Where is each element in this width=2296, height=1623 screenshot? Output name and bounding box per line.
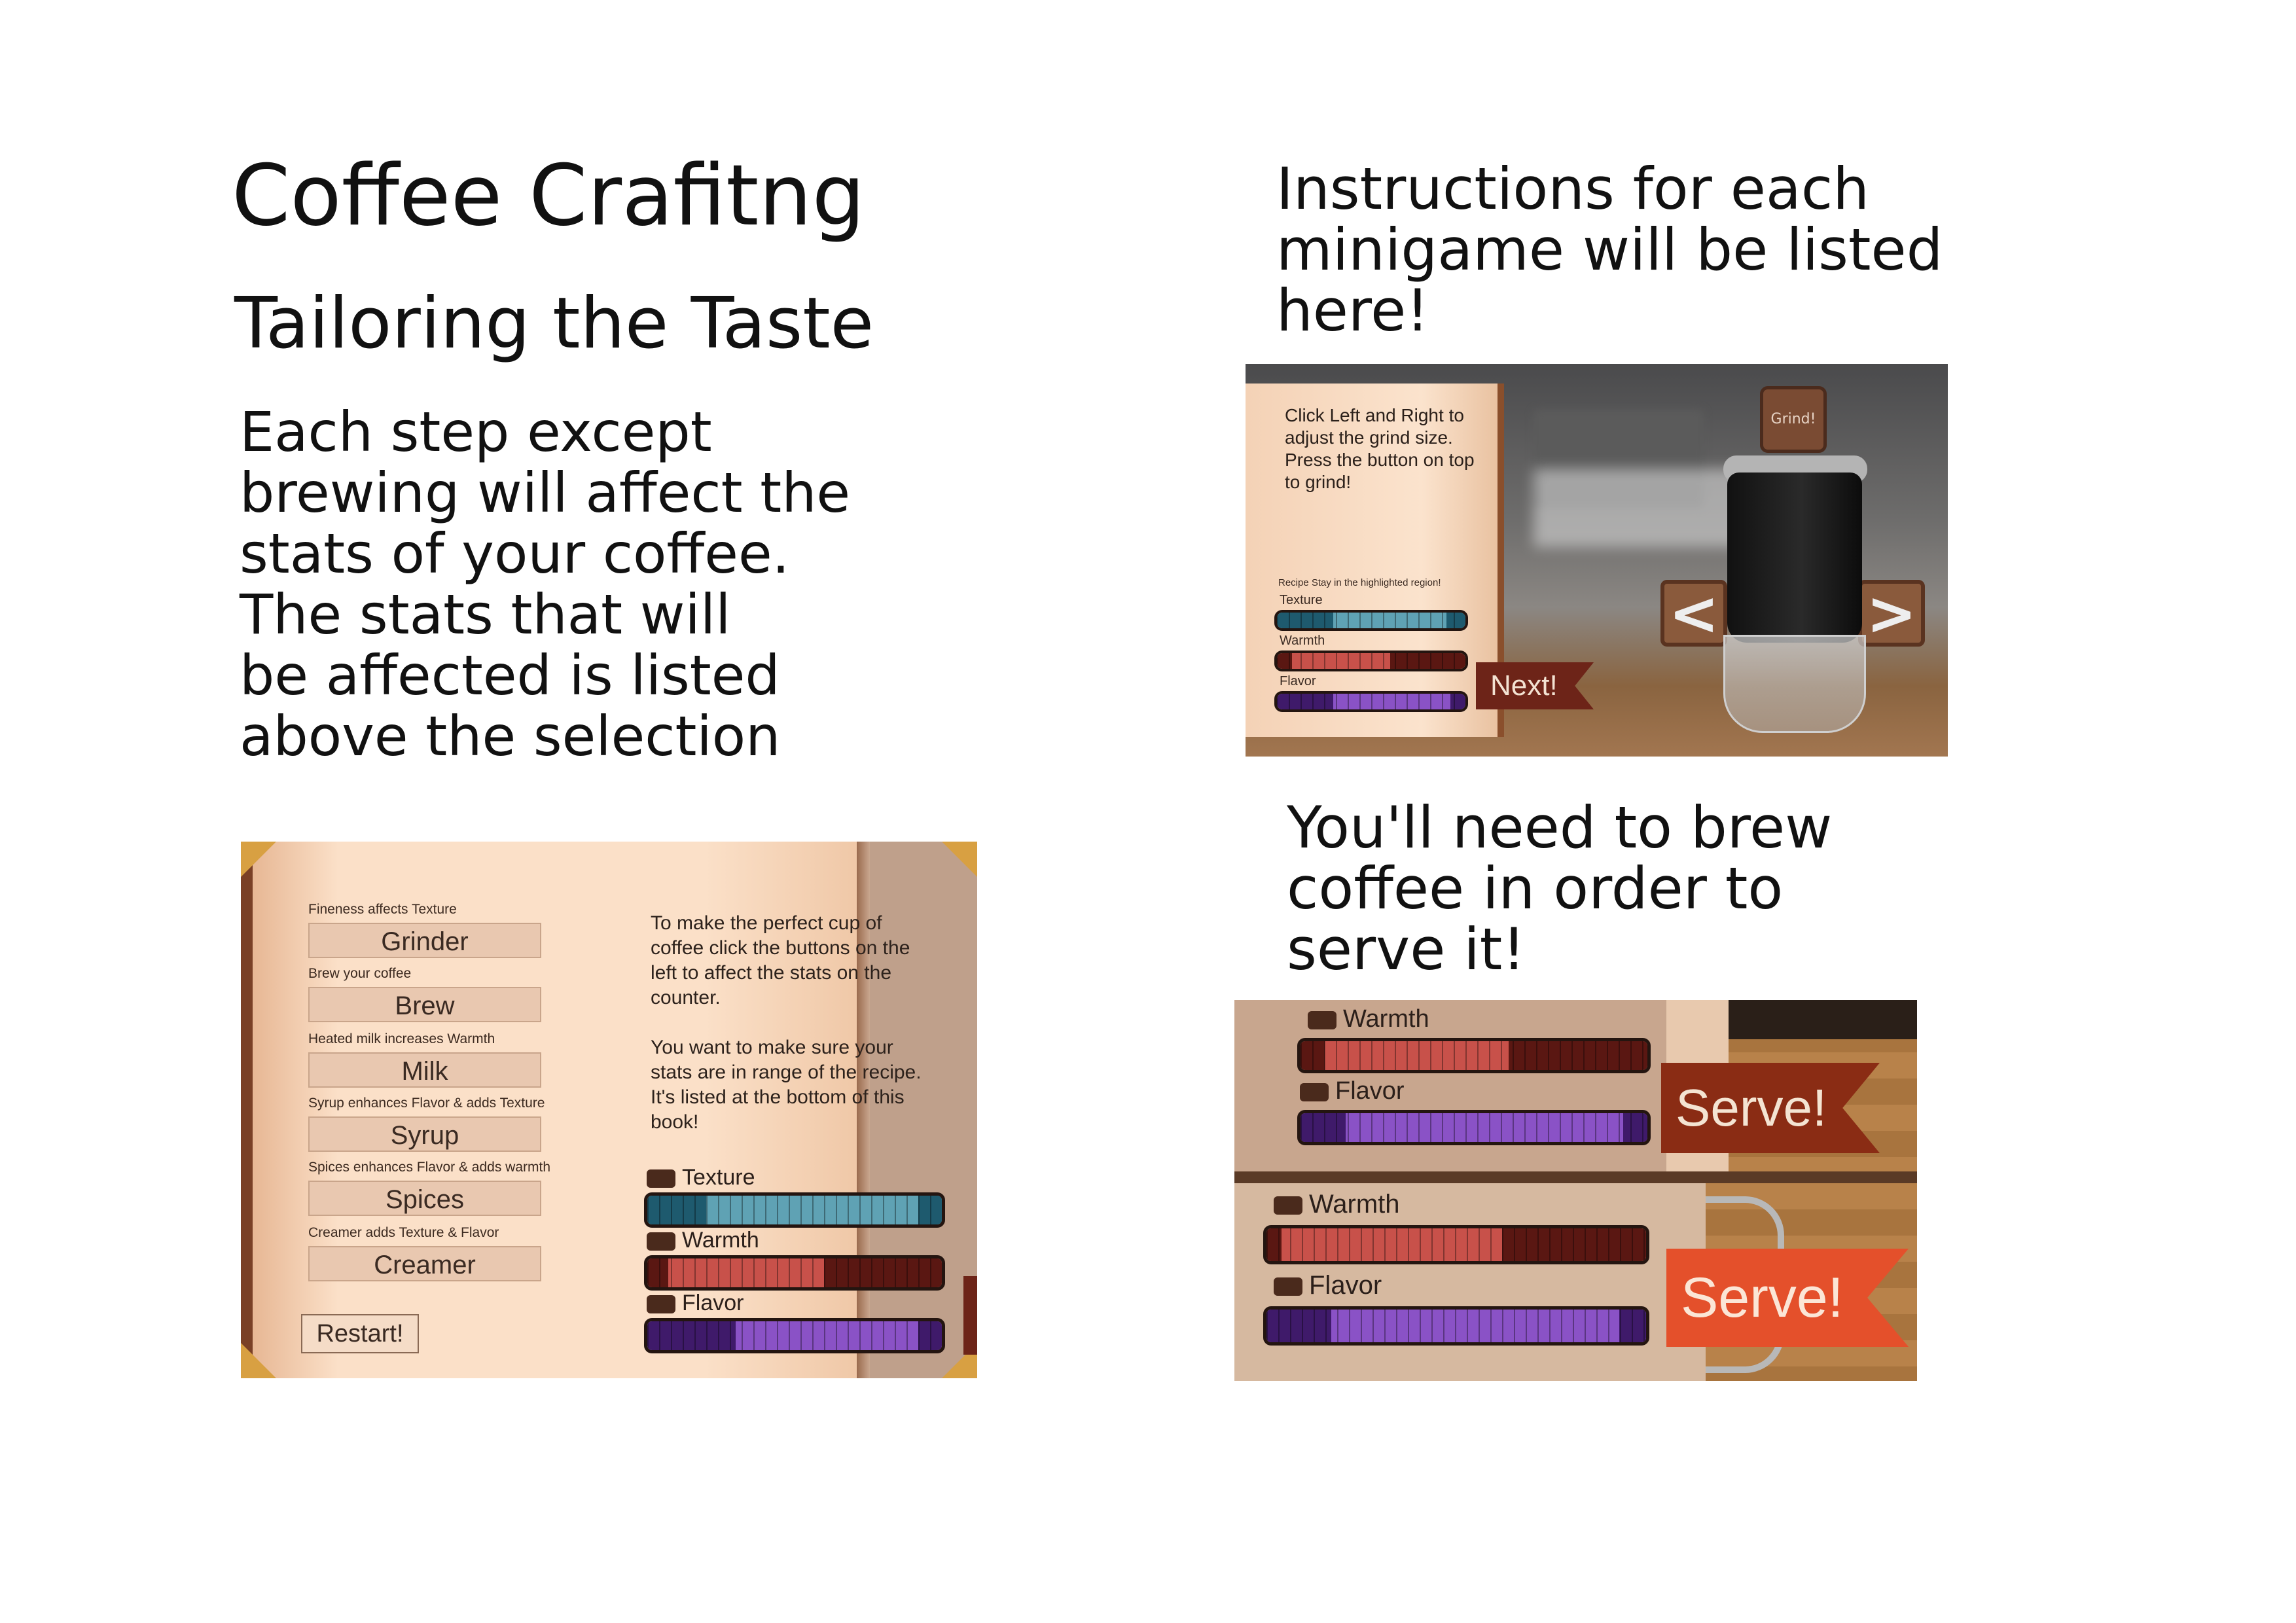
description-text: Each step except brewing will affect the… bbox=[240, 400, 851, 768]
divider bbox=[1234, 1171, 1917, 1183]
milk-hint: Heated milk increases Warmth bbox=[308, 1031, 495, 1046]
serve-tab-edge bbox=[963, 1276, 977, 1355]
grinder-hint: Fineness affects Texture bbox=[308, 902, 457, 917]
flavor-bar bbox=[1297, 1110, 1651, 1145]
knife-icon bbox=[647, 1169, 675, 1188]
serve-screenshot: Warmth Flavor Serve! Warmth Flavor Serve… bbox=[1234, 1000, 1917, 1381]
cup-icon bbox=[647, 1232, 675, 1251]
book-instructions: To make the perfect cup of coffee click … bbox=[651, 912, 922, 1133]
grinder-minigame-screenshot: Click Left and Right to adjust the grind… bbox=[1246, 364, 1948, 757]
cups-blur bbox=[1534, 469, 1743, 547]
grinder-instructions: Click Left and Right to adjust the grind… bbox=[1285, 405, 1475, 492]
coffee-grinder bbox=[1727, 473, 1862, 643]
flavor-stat-label: Flavor bbox=[1280, 674, 1316, 688]
beans-icon bbox=[1300, 1082, 1329, 1101]
creamer-hint: Creamer adds Texture & Flavor bbox=[308, 1225, 499, 1240]
creamer-button[interactable]: Creamer bbox=[308, 1246, 541, 1281]
brew-note: You'll need to brew coffee in order to s… bbox=[1287, 794, 1833, 983]
milk-button[interactable]: Milk bbox=[308, 1052, 541, 1088]
grounds-container bbox=[1723, 635, 1866, 733]
spices-button[interactable]: Spices bbox=[308, 1181, 541, 1216]
back-wall bbox=[1729, 1000, 1917, 1039]
grind-left-button[interactable]: < bbox=[1660, 580, 1727, 647]
warmth-bar bbox=[644, 1255, 945, 1291]
flavor-stat-label: Flavor bbox=[1274, 1271, 1382, 1300]
flavor-bar bbox=[1274, 691, 1468, 712]
flavor-stat-label: Flavor bbox=[647, 1291, 744, 1316]
texture-bar bbox=[1274, 610, 1468, 631]
next-button[interactable]: Next! bbox=[1476, 662, 1594, 709]
flavor-stat-label: Flavor bbox=[1300, 1077, 1405, 1105]
warmth-stat-label: Warmth bbox=[1280, 633, 1325, 648]
recipe-book-screenshot: Fineness affects Texture Grinder Brew yo… bbox=[241, 842, 977, 1378]
cup-icon bbox=[1308, 1010, 1336, 1029]
texture-bar bbox=[644, 1192, 945, 1228]
grind-right-button[interactable]: > bbox=[1858, 580, 1925, 647]
warmth-stat-label: Warmth bbox=[1308, 1005, 1429, 1033]
cup-icon bbox=[1274, 1196, 1302, 1215]
stats-panel bbox=[1234, 1000, 1666, 1171]
warmth-stat-label: Warmth bbox=[1274, 1190, 1400, 1219]
warmth-stat-label: Warmth bbox=[647, 1228, 759, 1253]
restart-button[interactable]: Restart! bbox=[301, 1314, 419, 1353]
syrup-hint: Syrup enhances Flavor & adds Texture bbox=[308, 1096, 545, 1111]
brew-button[interactable]: Brew bbox=[308, 987, 541, 1022]
warmth-bar bbox=[1263, 1225, 1649, 1264]
warmth-bar bbox=[1297, 1038, 1651, 1073]
spices-hint: Spices enhances Flavor & adds warmth bbox=[308, 1160, 551, 1175]
texture-stat-label: Texture bbox=[1280, 593, 1323, 607]
flavor-bar bbox=[644, 1318, 945, 1353]
recipe-text: Recipe Stay in the highlighted region! bbox=[1278, 577, 1441, 588]
brew-hint: Brew your coffee bbox=[308, 966, 412, 981]
texture-stat-label: Texture bbox=[647, 1165, 755, 1190]
syrup-button[interactable]: Syrup bbox=[308, 1116, 541, 1152]
grind-button[interactable]: Grind! bbox=[1760, 386, 1827, 453]
beans-icon bbox=[647, 1295, 675, 1314]
warmth-bar bbox=[1274, 651, 1468, 671]
minigame-note: Instructions for each minigame will be l… bbox=[1276, 155, 1943, 344]
page-title: Coffee Crafitng bbox=[232, 147, 865, 245]
flavor-bar bbox=[1263, 1306, 1649, 1346]
page-subtitle: Tailoring the Taste bbox=[234, 283, 874, 365]
grinder-button[interactable]: Grinder bbox=[308, 923, 541, 958]
beans-icon bbox=[1274, 1277, 1302, 1296]
